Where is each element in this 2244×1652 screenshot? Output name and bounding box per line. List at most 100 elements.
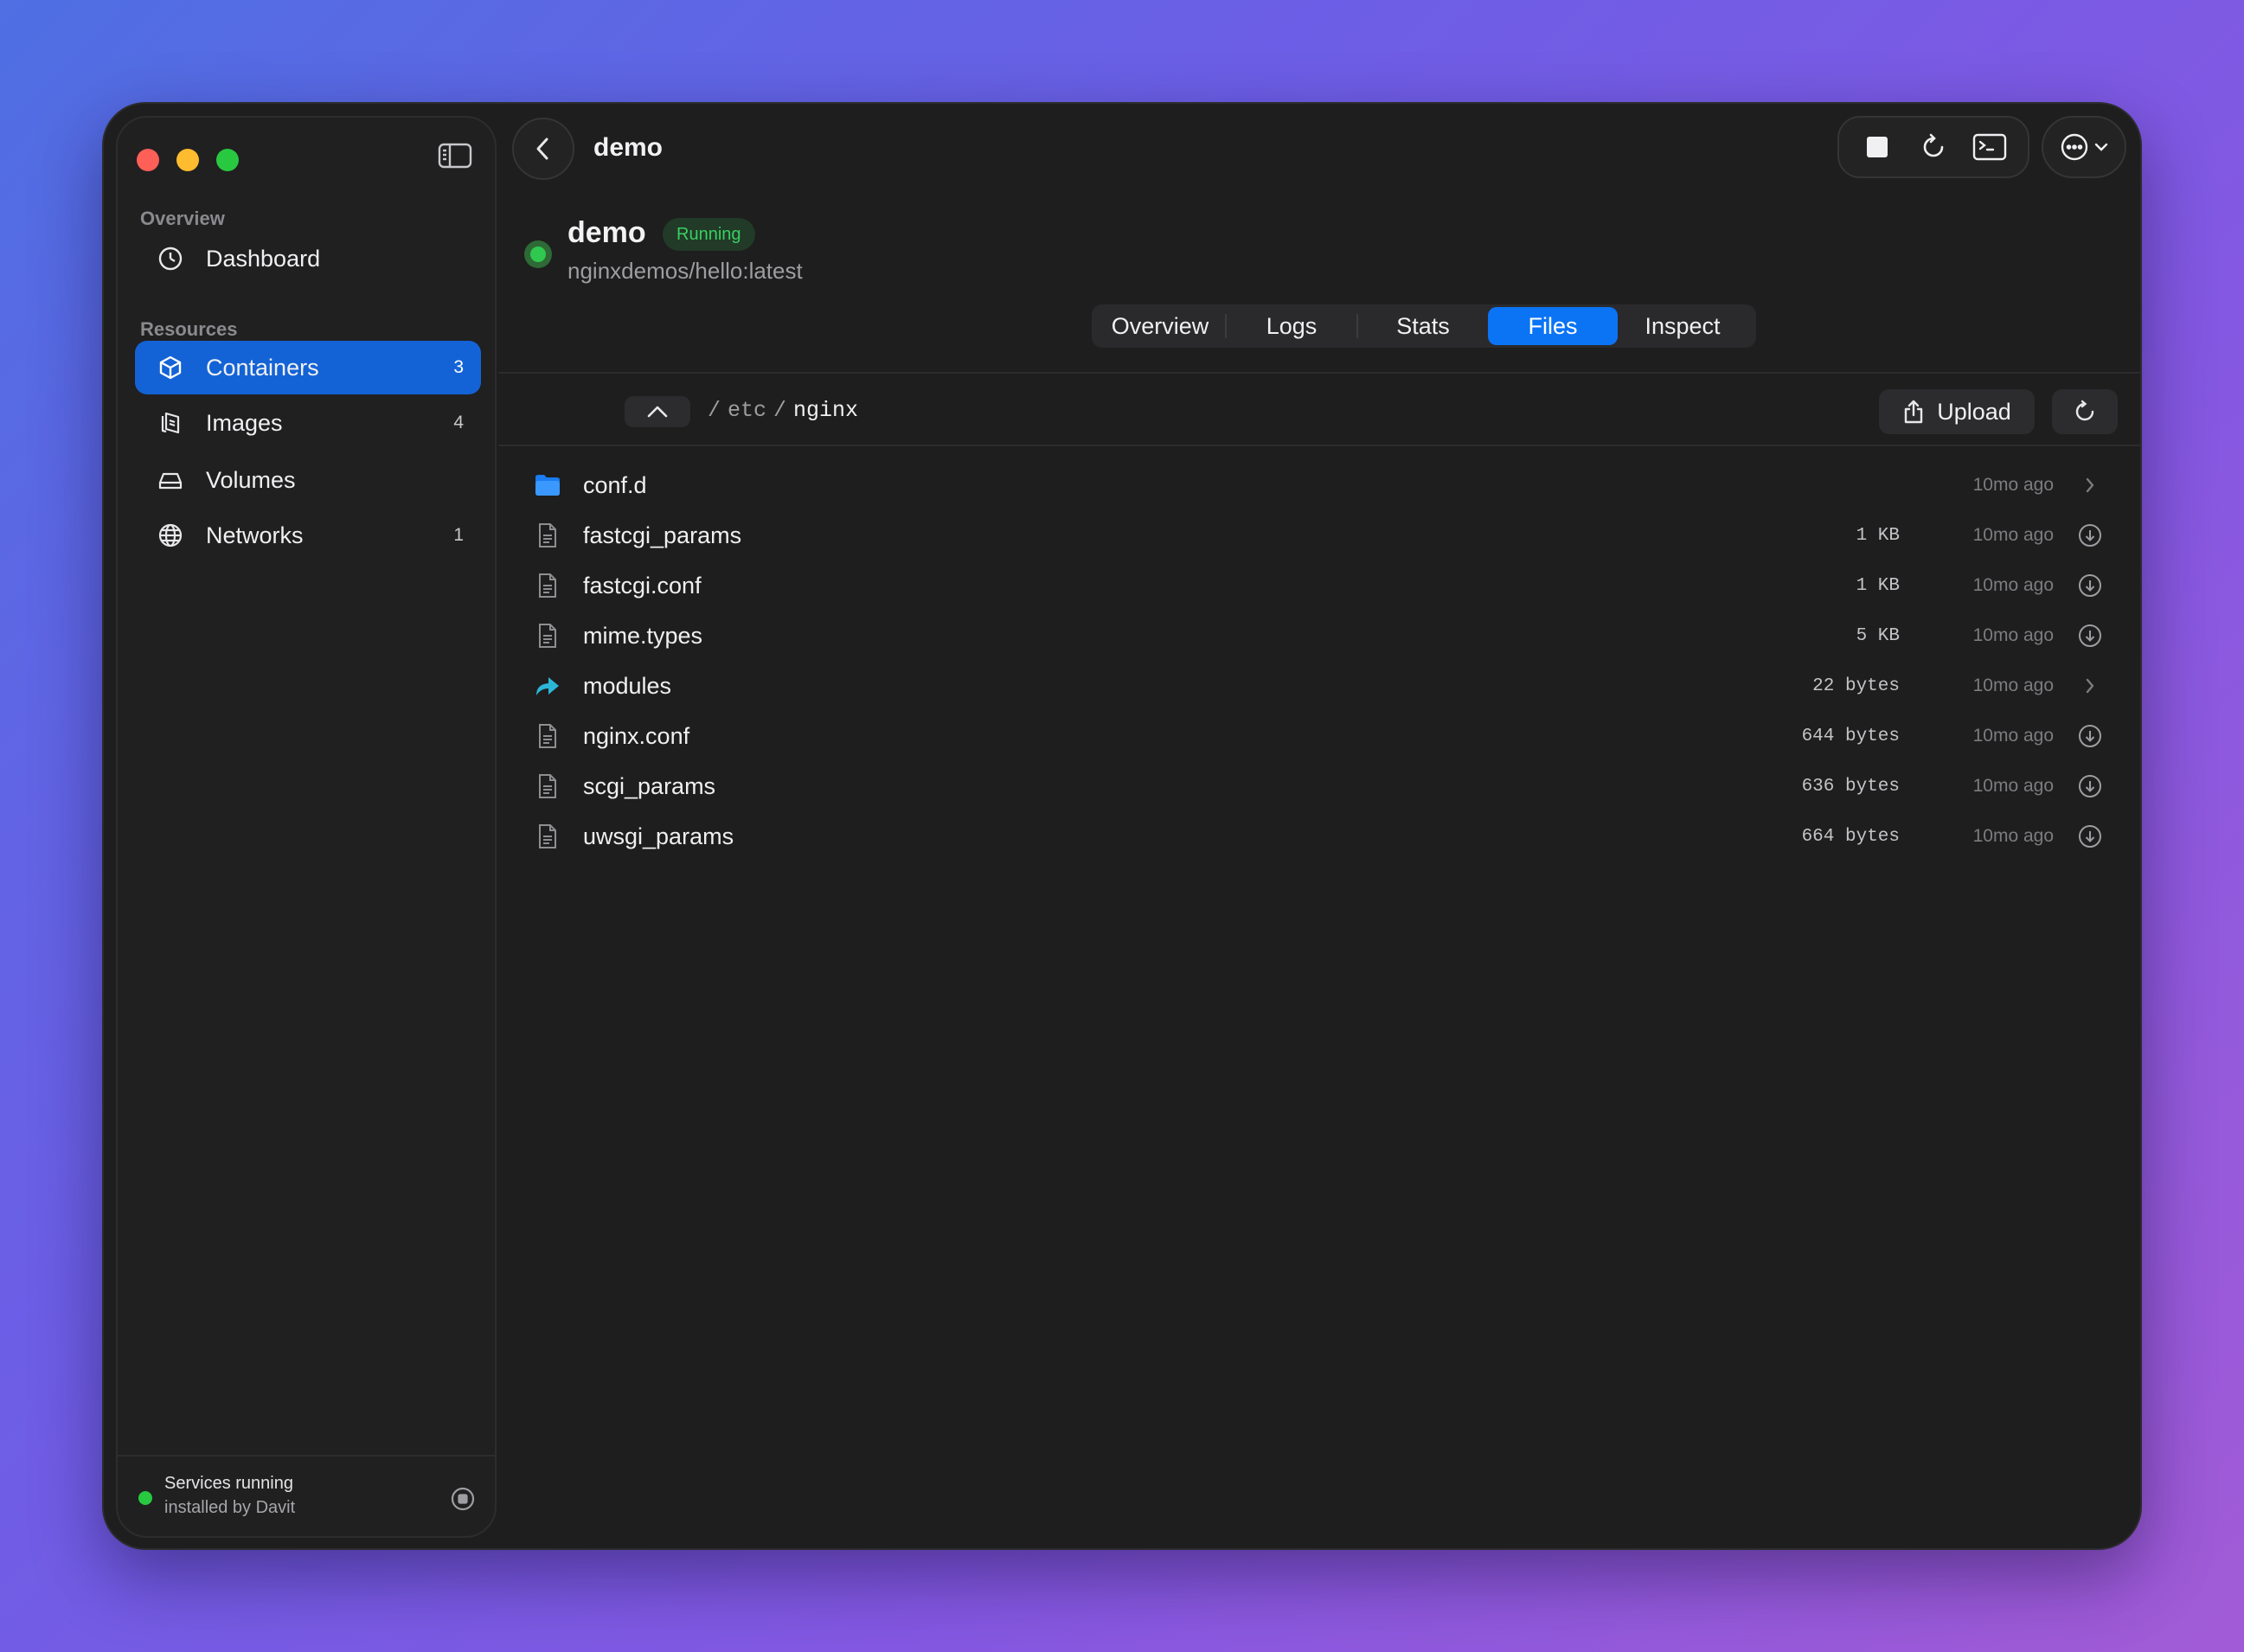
terminal-button[interactable] [1969, 126, 2010, 168]
file-size: 22 bytes [1812, 676, 1900, 696]
breadcrumb-separator: / [773, 398, 787, 423]
close-window-button[interactable] [137, 149, 159, 171]
sidebar-item-dashboard[interactable]: Dashboard [135, 232, 481, 285]
file-modified: 10mo ago [1972, 575, 2054, 595]
file-row[interactable]: nginx.conf 644 bytes 10mo ago [498, 711, 2140, 761]
minimize-window-button[interactable] [176, 149, 199, 171]
file-name: uwsgi_params [583, 823, 734, 849]
file-name: mime.types [583, 622, 703, 649]
upload-icon [1905, 400, 1923, 424]
sidebar-item-networks[interactable]: Networks 1 [135, 509, 481, 562]
section-resources: Resources [140, 318, 238, 340]
download-icon [2078, 824, 2102, 848]
file-row[interactable]: scgi_params 636 bytes 10mo ago [498, 761, 2140, 811]
refresh-icon [2075, 400, 2094, 421]
more-actions-button[interactable] [2042, 116, 2126, 178]
restart-icon [1923, 133, 1944, 157]
download-button[interactable] [2076, 772, 2104, 800]
zoom-window-button[interactable] [216, 149, 239, 171]
sidebar-item-label: Images [206, 409, 283, 436]
file-size: 644 bytes [1801, 726, 1900, 746]
sidebar-item-label: Containers [206, 354, 319, 381]
tab-stats[interactable]: Stats [1358, 307, 1488, 345]
chevron-up-icon [647, 406, 668, 418]
file-row[interactable]: fastcgi.conf 1 KB 10mo ago [498, 560, 2140, 611]
status-indicator [138, 1491, 152, 1505]
upload-button[interactable]: Upload [1879, 389, 2035, 434]
file-icon [533, 772, 562, 801]
file-icon [533, 822, 562, 851]
download-button[interactable] [2076, 522, 2104, 549]
upload-label: Upload [1937, 398, 2011, 425]
refresh-files-button[interactable] [2052, 389, 2118, 434]
file-name: fastcgi_params [583, 522, 742, 548]
sidebar-item-images[interactable]: Images 4 [135, 396, 481, 450]
file-name: conf.d [583, 471, 647, 498]
file-size: 5 KB [1856, 625, 1900, 646]
file-row[interactable]: mime.types 5 KB 10mo ago [498, 611, 2140, 661]
network-icon [156, 521, 185, 550]
file-name: nginx.conf [583, 722, 690, 749]
tab-overview[interactable]: Overview [1095, 307, 1225, 345]
file-modified: 10mo ago [1972, 826, 2054, 846]
download-icon [2078, 523, 2102, 547]
stop-circle-icon [451, 1487, 475, 1511]
sidebar-item-label: Dashboard [206, 245, 321, 272]
sidebar-item-count: 1 [453, 525, 464, 545]
tab-files[interactable]: Files [1488, 307, 1618, 345]
download-icon [2078, 624, 2102, 648]
file-list: conf.d 10mo ago fastcgi_params 1 KB 10mo ago… [498, 460, 2140, 861]
file-icon [533, 621, 562, 650]
container-status-indicator [524, 240, 552, 268]
sidebar-item-containers[interactable]: Containers 3 [135, 341, 481, 394]
file-size: 1 KB [1856, 525, 1900, 546]
file-modified: 10mo ago [1972, 475, 2054, 495]
container-actions [1837, 116, 2029, 178]
folder-icon [533, 471, 562, 500]
file-row[interactable]: conf.d 10mo ago [498, 460, 2140, 510]
file-icon [533, 521, 562, 550]
file-modified: 10mo ago [1972, 776, 2054, 796]
download-button[interactable] [2076, 622, 2104, 650]
file-row[interactable]: fastcgi_params 1 KB 10mo ago [498, 510, 2140, 560]
file-name: fastcgi.conf [583, 572, 702, 599]
terminal-icon [1972, 133, 2006, 161]
parent-directory-button[interactable] [625, 396, 690, 427]
file-name: scgi_params [583, 772, 716, 799]
file-row[interactable]: modules 22 bytes 10mo ago [498, 661, 2140, 711]
chevron-right-icon [2084, 676, 2096, 695]
sidebar-item-volumes[interactable]: Volumes [135, 453, 481, 507]
restart-container-button[interactable] [1913, 126, 1954, 168]
dashboard-icon [156, 244, 185, 273]
file-size: 1 KB [1856, 575, 1900, 596]
chevron-left-icon [536, 138, 548, 160]
back-button[interactable] [512, 118, 574, 180]
file-modified: 10mo ago [1972, 676, 2054, 695]
download-button[interactable] [2076, 572, 2104, 599]
tab-logs[interactable]: Logs [1227, 307, 1356, 345]
tab-inspect[interactable]: Inspect [1618, 307, 1747, 345]
open-folder-button[interactable] [2076, 471, 2104, 499]
breadcrumb: / etc / nginx [708, 398, 858, 423]
stop-container-button[interactable] [1856, 126, 1898, 168]
service-status-text: Services running [164, 1474, 293, 1493]
file-icon [533, 571, 562, 600]
breadcrumb-item-etc[interactable]: etc [728, 398, 766, 423]
sidebar-toggle-icon [438, 143, 472, 169]
sidebar-toggle-button[interactable] [433, 137, 478, 175]
stop-services-button[interactable] [450, 1486, 476, 1512]
file-row[interactable]: uwsgi_params 664 bytes 10mo ago [498, 811, 2140, 861]
stop-icon [1867, 137, 1888, 157]
download-button[interactable] [2076, 722, 2104, 750]
download-icon [2078, 774, 2102, 798]
open-folder-button[interactable] [2076, 672, 2104, 700]
download-button[interactable] [2076, 823, 2104, 850]
status-badge: Running [663, 218, 755, 251]
file-size: 664 bytes [1801, 826, 1900, 847]
file-size: 636 bytes [1801, 776, 1900, 797]
sidebar: Overview Dashboard Resources Containers … [116, 116, 497, 1538]
divider [498, 445, 2140, 446]
file-icon [533, 721, 562, 751]
chevron-right-icon [2084, 476, 2096, 495]
file-modified: 10mo ago [1972, 625, 2054, 645]
